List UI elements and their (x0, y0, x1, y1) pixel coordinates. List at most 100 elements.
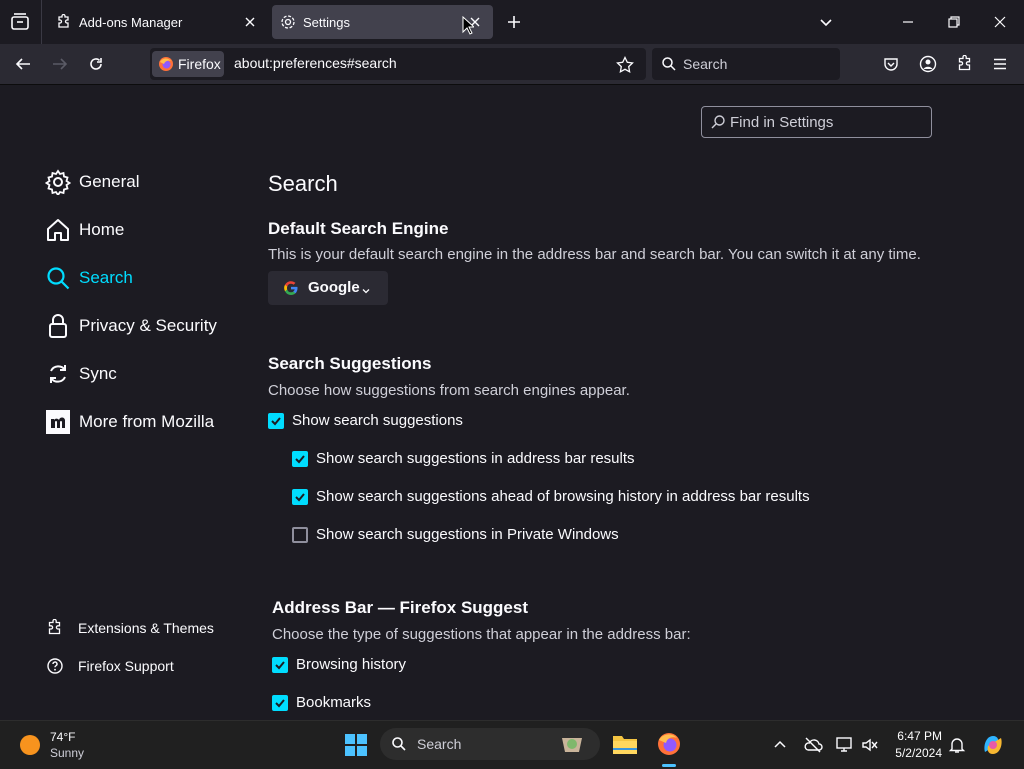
weather-temp: 74°F (50, 730, 76, 744)
sidebar-link-label: Firefox Support (78, 658, 174, 674)
firefox-taskbar-icon[interactable] (656, 731, 682, 757)
hamburger-menu-icon[interactable] (992, 56, 1008, 72)
checkbox-unchecked[interactable] (292, 526, 308, 543)
url-text[interactable]: about:preferences#search (234, 55, 397, 71)
active-app-indicator (662, 764, 676, 767)
reload-icon[interactable] (88, 56, 104, 72)
restore-icon[interactable] (946, 14, 962, 30)
close-icon[interactable] (242, 14, 258, 30)
back-arrow-icon[interactable] (14, 56, 32, 72)
checkbox-checked[interactable] (292, 450, 308, 467)
navigation-toolbar: Firefox about:preferences#search Search (0, 44, 1024, 84)
onedrive-offline-icon[interactable] (803, 736, 823, 754)
notification-bell-icon[interactable] (948, 736, 966, 754)
sidebar-item-sync[interactable]: Sync (45, 360, 117, 388)
sidebar-item-search[interactable]: Search (45, 264, 133, 292)
windows-start-icon[interactable] (345, 734, 367, 756)
sidebar-item-label: General (79, 172, 140, 191)
find-in-settings-input[interactable]: Find in Settings (701, 106, 932, 138)
new-tab-icon[interactable] (506, 14, 522, 30)
network-icon[interactable] (835, 736, 853, 754)
checkbox-checked[interactable] (268, 412, 284, 429)
search-icon (661, 56, 677, 72)
puzzle-icon (56, 13, 72, 30)
identity-label: Firefox (178, 56, 221, 72)
checkbox-bookmarks[interactable]: Bookmarks (272, 694, 371, 711)
checkbox-checked[interactable] (272, 656, 288, 673)
file-explorer-icon[interactable] (612, 733, 638, 755)
tab-settings[interactable]: Settings (272, 5, 493, 39)
clock-date[interactable]: 5/2/2024 (886, 746, 942, 760)
checkbox-label: Browsing history (296, 656, 407, 673)
mouse-cursor-icon (462, 15, 476, 36)
checkbox-browsing-history[interactable]: Browsing history (272, 656, 406, 673)
page-title: Search (268, 171, 338, 196)
search-placeholder: Search (683, 56, 728, 72)
url-bar[interactable]: Firefox about:preferences#search (150, 48, 646, 80)
checkbox-suggestions-in-address-bar[interactable]: Show search suggestions in address bar r… (292, 450, 635, 467)
sidebar-item-privacy-security[interactable]: Privacy & Security (45, 312, 217, 340)
address-bar-suggest-heading: Address Bar — Firefox Suggest (272, 598, 529, 617)
tab-overview-icon[interactable] (10, 13, 30, 31)
search-icon (391, 736, 407, 752)
sidebar-link-firefox-support[interactable]: Firefox Support (46, 657, 174, 675)
sidebar-item-home[interactable]: Home (45, 216, 124, 244)
minimize-icon[interactable] (900, 14, 916, 30)
gear-icon (45, 169, 71, 195)
chevron-up-icon[interactable] (773, 738, 787, 752)
extensions-puzzle-icon[interactable] (956, 54, 974, 73)
selected-engine-label: Google (308, 279, 360, 296)
settings-content: Find in Settings General Home Search Pri… (0, 84, 1024, 721)
checkbox-label: Show search suggestions ahead of browsin… (316, 488, 810, 505)
firefox-logo-icon (158, 56, 174, 72)
puzzle-icon (48, 619, 61, 635)
tab-label: Settings (303, 15, 350, 30)
search-highlight-icon (560, 734, 584, 754)
pocket-icon[interactable] (883, 56, 899, 72)
taskbar-search-placeholder: Search (417, 736, 462, 752)
address-bar-suggest-description: Choose the type of suggestions that appe… (272, 626, 691, 643)
home-icon (47, 219, 69, 241)
account-icon[interactable] (919, 55, 937, 73)
checkbox-checked[interactable] (292, 488, 308, 505)
search-suggestions-heading: Search Suggestions (268, 354, 432, 373)
checkbox-suggestions-ahead-of-history[interactable]: Show search suggestions ahead of browsin… (292, 488, 810, 505)
taskbar-search-box[interactable]: Search (380, 728, 600, 760)
windows-taskbar: 74°F Sunny Search 6:47 PM 5/2/2024 (0, 720, 1024, 769)
bookmark-star-icon[interactable] (616, 55, 634, 74)
find-placeholder: Find in Settings (730, 114, 834, 131)
tab-separator (41, 0, 42, 44)
copilot-icon[interactable] (980, 732, 1006, 758)
forward-arrow-icon[interactable] (51, 56, 69, 72)
weather-widget[interactable]: 74°F Sunny (14, 727, 94, 763)
volume-muted-icon[interactable] (861, 736, 879, 754)
checkbox-label: Show search suggestions (292, 412, 463, 429)
sidebar-item-more-from-mozilla[interactable]: More from Mozilla (45, 408, 214, 436)
search-bar[interactable]: Search (652, 48, 840, 80)
checkbox-label: Bookmarks (296, 694, 372, 711)
tab-addons-manager[interactable]: Add-ons Manager (48, 5, 268, 39)
lock-icon (49, 314, 67, 338)
default-search-engine-dropdown[interactable]: Google (268, 271, 388, 305)
list-all-tabs-chevron-down-icon[interactable] (818, 14, 834, 30)
google-logo-icon (283, 280, 299, 296)
default-search-engine-description: This is your default search engine in th… (268, 246, 921, 263)
sidebar-link-extensions-themes[interactable]: Extensions & Themes (46, 619, 214, 637)
checkbox-suggestions-private-windows[interactable]: Show search suggestions in Private Windo… (292, 526, 619, 543)
chevron-down-icon (361, 283, 371, 294)
identity-box[interactable]: Firefox (152, 51, 224, 77)
tab-label: Add-ons Manager (79, 15, 183, 30)
search-icon (710, 114, 726, 130)
clock-time[interactable]: 6:47 PM (886, 729, 942, 743)
sidebar-item-label: Search (79, 268, 133, 287)
default-search-engine-heading: Default Search Engine (268, 219, 449, 238)
search-suggestions-description: Choose how suggestions from search engin… (268, 382, 630, 399)
checkbox-label: Show search suggestions in address bar r… (316, 450, 635, 467)
window-close-icon[interactable] (992, 14, 1008, 30)
checkbox-label: Show search suggestions in Private Windo… (316, 526, 619, 543)
sun-icon (20, 735, 40, 755)
sidebar-item-label: Sync (79, 364, 117, 383)
checkbox-checked[interactable] (272, 694, 288, 711)
checkbox-show-search-suggestions[interactable]: Show search suggestions (268, 412, 463, 429)
sidebar-item-general[interactable]: General (45, 168, 139, 196)
